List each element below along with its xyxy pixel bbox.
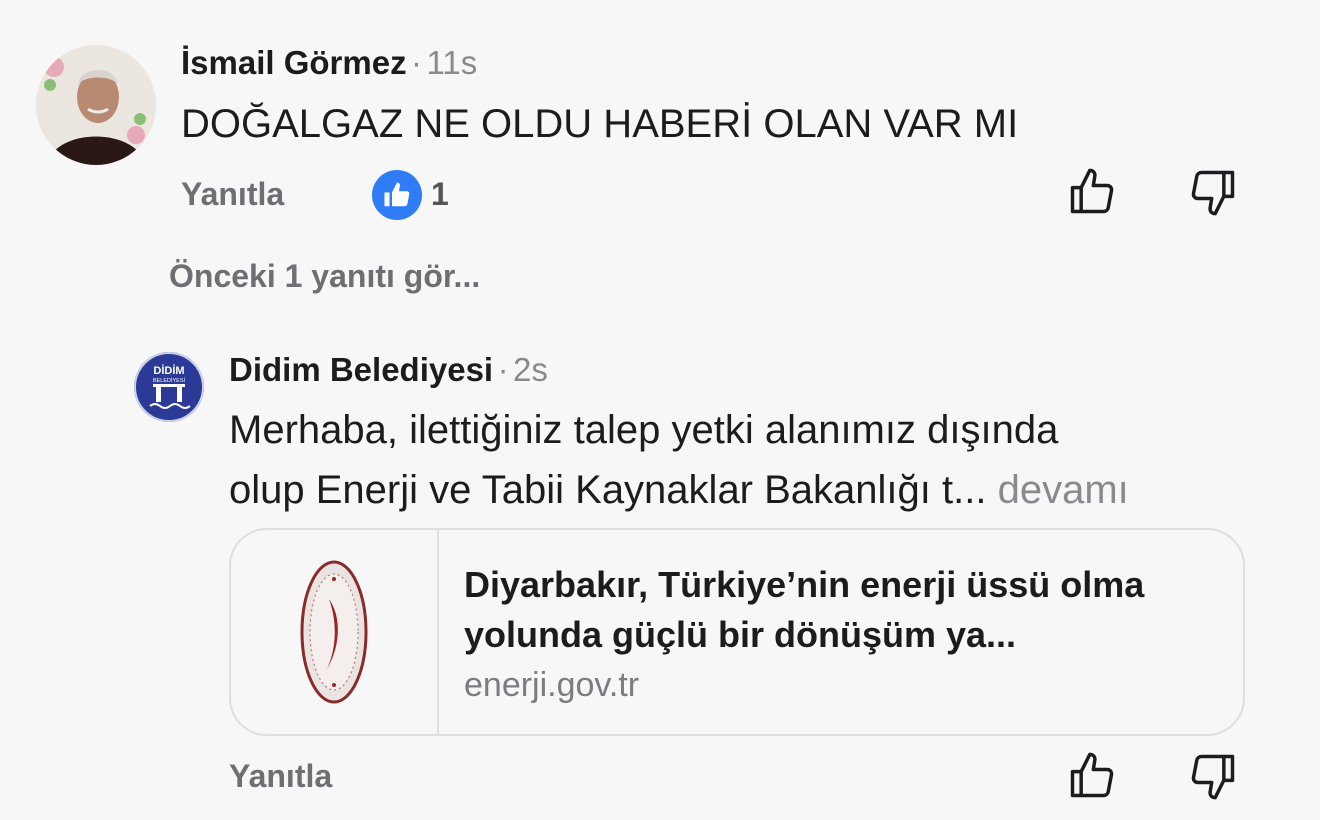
separator-dot: · xyxy=(497,351,509,388)
ministry-seal-icon xyxy=(300,560,368,704)
reply-button[interactable]: Yanıtla xyxy=(229,758,332,795)
thumbs-up-outline-icon[interactable] xyxy=(1066,750,1118,802)
author-name[interactable]: Didim Belediyesi xyxy=(229,351,493,388)
link-domain: enerji.gov.tr xyxy=(464,666,640,704)
timestamp: 2s xyxy=(513,351,548,388)
reply-text-line-1: Merhaba, ilettiğiniz talep yetki alanımı… xyxy=(229,408,1059,452)
reply-button[interactable]: Yanıtla xyxy=(181,176,284,213)
author-name[interactable]: İsmail Görmez xyxy=(181,44,407,81)
link-preview-card[interactable]: Diyarbakır, Türkiye’nin enerji üssü olma… xyxy=(229,528,1245,736)
avatar[interactable] xyxy=(36,45,156,165)
like-count: 1 xyxy=(431,176,449,212)
reply-header: Didim Belediyesi · 2s xyxy=(229,351,548,389)
timestamp: 11s xyxy=(426,44,478,81)
thumbs-up-outline-icon[interactable] xyxy=(1066,166,1118,218)
avatar[interactable]: DİDİM BELEDİYESİ xyxy=(134,352,204,422)
link-title: Diyarbakır, Türkiye’nin enerji üssü olma… xyxy=(464,564,1145,655)
user-photo-avatar xyxy=(36,45,156,165)
see-more-link[interactable]: devamı xyxy=(998,468,1129,512)
separator-dot: · xyxy=(411,44,423,81)
logo-text-line1: DİDİM xyxy=(153,364,184,377)
thumbs-down-outline-icon[interactable] xyxy=(1187,750,1239,802)
comment-header: İsmail Görmez · 11s xyxy=(181,44,477,82)
link-thumbnail xyxy=(231,530,439,734)
thumbs-up-badge-icon xyxy=(372,170,422,220)
reply-text-line-2: olup Enerji ve Tabii Kaynaklar Bakanlığı… xyxy=(229,460,1129,520)
thumbs-down-outline-icon[interactable] xyxy=(1187,166,1239,218)
reply-text-truncated: olup Enerji ve Tabii Kaynaklar Bakanlığı… xyxy=(229,468,987,512)
view-previous-replies-link[interactable]: Önceki 1 yanıtı gör... xyxy=(169,258,480,295)
logo-text-line2: BELEDİYESİ xyxy=(153,377,186,384)
comment-text: DOĞALGAZ NE OLDU HABERİ OLAN VAR MI xyxy=(181,102,1019,146)
didim-logo-icon: DİDİM BELEDİYESİ xyxy=(134,352,204,422)
